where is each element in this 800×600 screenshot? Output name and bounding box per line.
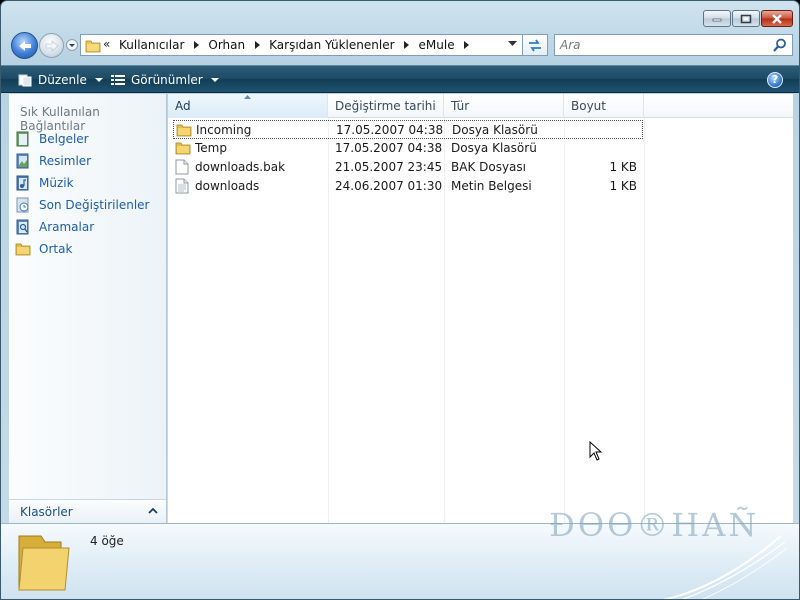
organize-label: Düzenle bbox=[38, 73, 87, 87]
column-header-date[interactable]: Değiştirme tarihi bbox=[328, 94, 444, 118]
favorite-link-label: Resimler bbox=[39, 154, 92, 168]
details-pane: 4 öğe ĐƟƟ®HAÑ bbox=[1, 506, 799, 599]
refresh-button[interactable] bbox=[522, 34, 548, 56]
favorite-link-label: Ortak bbox=[39, 242, 73, 256]
arrow-right-icon bbox=[45, 39, 58, 52]
arrow-left-icon bbox=[18, 40, 31, 51]
sort-ascending-icon bbox=[244, 95, 251, 99]
column-header-type[interactable]: Tür bbox=[444, 94, 564, 118]
organize-icon bbox=[18, 74, 32, 87]
file-name: Incoming bbox=[196, 123, 252, 137]
file-type: BAK Dosyası bbox=[451, 160, 526, 174]
search-placeholder: Ara bbox=[560, 38, 581, 52]
minimize-icon bbox=[712, 18, 722, 21]
favorite-link-public[interactable]: Ortak bbox=[15, 238, 149, 260]
column-divider bbox=[644, 118, 645, 523]
file-date: 24.06.2007 01:30 bbox=[335, 179, 443, 193]
search-input[interactable]: Ara bbox=[554, 34, 793, 56]
search-icon[interactable] bbox=[773, 38, 787, 52]
file-row[interactable]: downloads 24.06.2007 01:30 Metin Belgesi… bbox=[173, 177, 643, 196]
file-type: Dosya Klasörü bbox=[451, 141, 537, 155]
maximize-button[interactable] bbox=[732, 10, 760, 27]
breadcrumb-overflow[interactable]: « bbox=[103, 37, 110, 51]
file-date: 21.05.2007 23:45 bbox=[335, 160, 443, 174]
favorite-link-documents[interactable]: Belgeler bbox=[15, 128, 149, 150]
address-dropdown-icon[interactable] bbox=[508, 41, 517, 47]
breadcrumb-item[interactable]: Karşıdan Yüklenenler bbox=[269, 38, 394, 52]
file-type: Metin Belgesi bbox=[451, 179, 532, 193]
file-name: Temp bbox=[195, 141, 227, 155]
file-icon bbox=[175, 159, 189, 175]
file-type: Dosya Klasörü bbox=[452, 123, 538, 137]
favorite-link-pictures[interactable]: Resimler bbox=[15, 150, 149, 172]
breadcrumb-item[interactable]: eMule bbox=[419, 38, 455, 52]
chevron-up-icon bbox=[148, 507, 158, 514]
views-label: Görünümler bbox=[131, 73, 203, 87]
documents-icon bbox=[16, 131, 29, 147]
folder-icon bbox=[18, 535, 70, 591]
favorite-link-recent[interactable]: Son Değiştirilenler bbox=[15, 194, 149, 216]
file-row[interactable]: downloads.bak 21.05.2007 23:45 BAK Dosya… bbox=[173, 158, 643, 177]
breadcrumb: Kullanıcılar Orhan Karşıdan Yüklenenler … bbox=[119, 38, 479, 52]
views-icon bbox=[111, 75, 125, 85]
folder-icon bbox=[176, 124, 192, 137]
column-header-label: Ad bbox=[175, 99, 191, 113]
command-bar: Düzenle Görünümler ? bbox=[1, 65, 799, 93]
pictures-icon bbox=[16, 153, 29, 169]
item-count: 4 öğe bbox=[90, 534, 124, 548]
back-button[interactable] bbox=[11, 32, 38, 59]
file-name: downloads bbox=[195, 179, 260, 193]
navigation-pane: Sık Kullanılan Bağlantılar Belgeler Resi… bbox=[9, 94, 167, 523]
close-button[interactable] bbox=[761, 10, 793, 27]
chevron-down-icon bbox=[210, 77, 219, 82]
chevron-right-icon[interactable] bbox=[253, 38, 261, 52]
folder-icon bbox=[85, 40, 101, 53]
searches-icon bbox=[16, 219, 29, 235]
folders-toggle[interactable]: Klasörler bbox=[9, 499, 166, 523]
file-size: 1 KB bbox=[609, 160, 637, 174]
chevron-right-icon[interactable] bbox=[192, 38, 200, 52]
text-file-icon bbox=[175, 178, 189, 194]
minimize-button[interactable] bbox=[703, 10, 731, 27]
maximize-icon bbox=[740, 14, 752, 23]
views-button[interactable]: Görünümler bbox=[111, 71, 219, 89]
recent-pages-dropdown[interactable] bbox=[66, 38, 78, 52]
column-header-name[interactable]: Ad bbox=[168, 94, 328, 118]
chevron-right-icon[interactable] bbox=[403, 38, 411, 52]
favorite-link-label: Belgeler bbox=[39, 132, 89, 146]
favorite-link-music[interactable]: Müzik bbox=[15, 172, 149, 194]
chevron-right-icon[interactable] bbox=[463, 38, 471, 52]
chevron-down-icon bbox=[94, 77, 103, 82]
file-list: Ad Değiştirme tarihi Tür Boyut Incoming … bbox=[168, 94, 793, 523]
refresh-icon bbox=[529, 39, 541, 52]
public-folder-icon bbox=[15, 243, 31, 256]
favorite-link-label: Son Değiştirilenler bbox=[39, 198, 150, 212]
file-date: 17.05.2007 04:38 bbox=[336, 123, 444, 137]
folder-icon bbox=[175, 142, 191, 155]
file-row[interactable]: Incoming 17.05.2007 04:38 Dosya Klasörü bbox=[173, 120, 643, 139]
help-button[interactable]: ? bbox=[767, 72, 783, 88]
favorite-link-label: Müzik bbox=[39, 176, 74, 190]
file-row[interactable]: Temp 17.05.2007 04:38 Dosya Klasörü bbox=[173, 139, 643, 158]
file-size: 1 KB bbox=[609, 179, 637, 193]
breadcrumb-item[interactable]: Orhan bbox=[208, 38, 245, 52]
column-headers: Ad Değiştirme tarihi Tür Boyut bbox=[168, 94, 793, 118]
breadcrumb-item[interactable]: Kullanıcılar bbox=[119, 38, 184, 52]
address-bar[interactable]: « Kullanıcılar Orhan Karşıdan Yüklenenle… bbox=[80, 34, 547, 56]
close-icon bbox=[772, 13, 782, 24]
favorite-link-searches[interactable]: Aramalar bbox=[15, 216, 149, 238]
column-header-size[interactable]: Boyut bbox=[564, 94, 644, 118]
file-name: downloads.bak bbox=[195, 160, 286, 174]
music-icon bbox=[16, 175, 29, 191]
mouse-cursor-icon bbox=[589, 441, 603, 461]
recent-icon bbox=[16, 197, 29, 213]
folders-label: Klasörler bbox=[20, 505, 73, 519]
forward-button[interactable] bbox=[39, 33, 64, 58]
explorer-window: « Kullanıcılar Orhan Karşıdan Yüklenenle… bbox=[0, 0, 800, 600]
file-date: 17.05.2007 04:38 bbox=[335, 141, 443, 155]
organize-button[interactable]: Düzenle bbox=[18, 71, 103, 89]
watermark-swoosh bbox=[662, 535, 788, 599]
favorite-links-list: Belgeler Resimler Müzik Son Değiştirilen… bbox=[15, 128, 149, 260]
favorite-link-label: Aramalar bbox=[39, 220, 95, 234]
